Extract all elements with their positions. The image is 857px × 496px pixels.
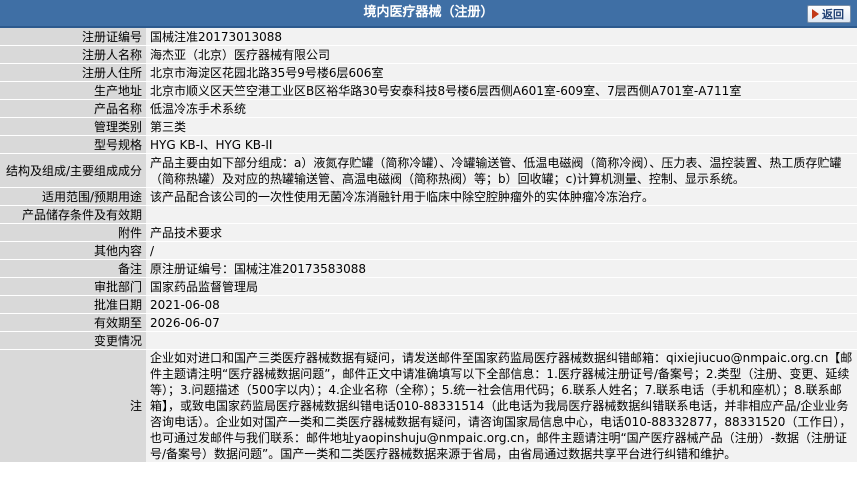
- field-value: 该产品配合该公司的一次性使用无菌冷冻消融针用于临床中除空腔肿瘤外的实体肿瘤冷冻治…: [146, 187, 857, 206]
- field-label: 注册证编号: [0, 28, 146, 46]
- field-value: 2026-06-07: [146, 313, 857, 332]
- field-value: [146, 331, 857, 350]
- field-value: 产品技术要求: [146, 223, 857, 242]
- field-label: 批准日期: [0, 295, 146, 314]
- row-remark: 备注 原注册证编号：国械注准20173583088: [0, 259, 857, 278]
- page-header: 境内医疗器械（注册） 返回: [0, 0, 857, 28]
- row-dept: 审批部门 国家药品监督管理局: [0, 277, 857, 296]
- field-value: 国家药品监督管理局: [146, 277, 857, 296]
- field-label: 适用范围/预期用途: [0, 187, 146, 206]
- field-value: /: [146, 241, 857, 260]
- field-value: HYG KB-I、HYG KB-II: [146, 135, 857, 154]
- field-value: 国械注准20173013088: [146, 28, 857, 46]
- row-product-name: 产品名称 低温冷冻手术系统: [0, 99, 857, 118]
- field-label: 生产地址: [0, 81, 146, 100]
- back-button-label: 返回: [822, 8, 844, 21]
- field-label: 附件: [0, 223, 146, 242]
- row-changes: 变更情况: [0, 331, 857, 350]
- row-approve-date: 批准日期 2021-06-08: [0, 295, 857, 314]
- row-storage: 产品储存条件及有效期: [0, 205, 857, 224]
- row-attachment: 附件 产品技术要求: [0, 223, 857, 242]
- row-registrant: 注册人名称 海杰亚（北京）医疗器械有限公司: [0, 45, 857, 64]
- row-note: 注 企业如对进口和国产三类医疗器械数据有疑问，请发送邮件至国家药监局医疗器械数据…: [0, 349, 857, 463]
- field-label: 结构及组成/主要组成成分: [0, 153, 146, 188]
- field-label: 变更情况: [0, 331, 146, 350]
- field-value: 北京市顺义区天竺空港工业区B区裕华路30号安泰科技8号楼6层西侧A601室-60…: [146, 81, 857, 100]
- field-label: 产品名称: [0, 99, 146, 118]
- field-value: 原注册证编号：国械注准20173583088: [146, 259, 857, 278]
- detail-table: 注册证编号 国械注准20173013088 注册人名称 海杰亚（北京）医疗器械有…: [0, 28, 857, 463]
- row-mfg-address: 生产地址 北京市顺义区天竺空港工业区B区裕华路30号安泰科技8号楼6层西侧A60…: [0, 81, 857, 100]
- field-label: 其他内容: [0, 241, 146, 260]
- field-label: 注: [0, 349, 146, 463]
- row-scope: 适用范围/预期用途 该产品配合该公司的一次性使用无菌冷冻消融针用于临床中除空腔肿…: [0, 187, 857, 206]
- field-label: 有效期至: [0, 313, 146, 332]
- back-button[interactable]: 返回: [807, 5, 851, 23]
- field-label: 管理类别: [0, 117, 146, 136]
- field-value: 第三类: [146, 117, 857, 136]
- field-label: 型号规格: [0, 135, 146, 154]
- row-category: 管理类别 第三类: [0, 117, 857, 136]
- arrow-right-icon: [812, 9, 819, 19]
- row-reg-no: 注册证编号 国械注准20173013088: [0, 28, 857, 46]
- field-value: 2021-06-08: [146, 295, 857, 314]
- field-value: 北京市海淀区花园北路35号9号楼6层606室: [146, 63, 857, 82]
- row-address: 注册人住所 北京市海淀区花园北路35号9号楼6层606室: [0, 63, 857, 82]
- field-value: 产品主要由如下部分组成：a）液氮存贮罐（简称冷罐）、冷罐输送管、低温电磁阀（简称…: [146, 153, 857, 188]
- field-label: 产品储存条件及有效期: [0, 205, 146, 224]
- field-label: 备注: [0, 259, 146, 278]
- field-value: 低温冷冻手术系统: [146, 99, 857, 118]
- field-label: 注册人住所: [0, 63, 146, 82]
- row-model: 型号规格 HYG KB-I、HYG KB-II: [0, 135, 857, 154]
- note-text: 企业如对进口和国产三类医疗器械数据有疑问，请发送邮件至国家药监局医疗器械数据纠错…: [146, 349, 857, 463]
- row-composition: 结构及组成/主要组成成分 产品主要由如下部分组成：a）液氮存贮罐（简称冷罐）、冷…: [0, 153, 857, 188]
- row-other: 其他内容 /: [0, 241, 857, 260]
- row-expiry: 有效期至 2026-06-07: [0, 313, 857, 332]
- field-value: 海杰亚（北京）医疗器械有限公司: [146, 45, 857, 64]
- field-label: 审批部门: [0, 277, 146, 296]
- field-label: 注册人名称: [0, 45, 146, 64]
- field-value: [146, 205, 857, 224]
- page-title: 境内医疗器械（注册）: [363, 5, 494, 20]
